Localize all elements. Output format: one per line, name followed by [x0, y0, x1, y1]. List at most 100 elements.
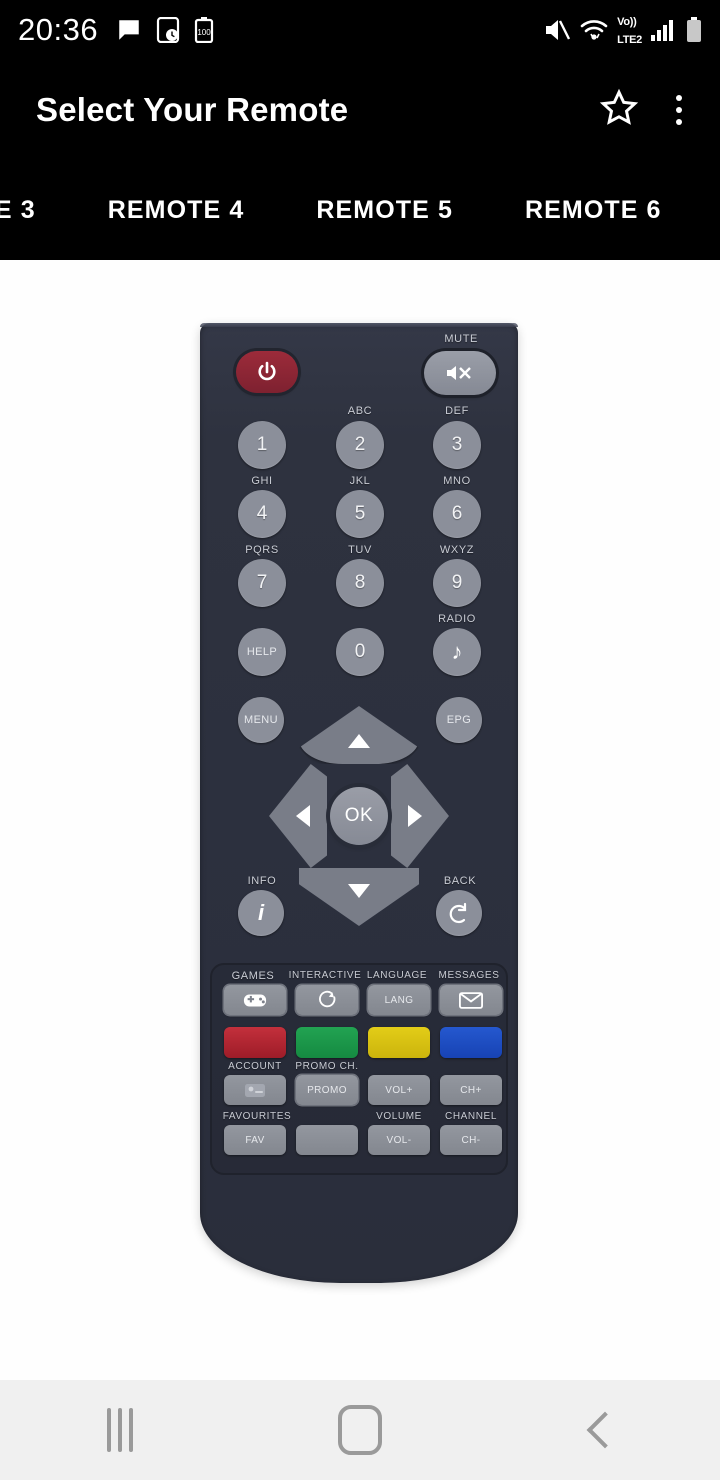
account-button[interactable]	[224, 1075, 286, 1105]
circular-arrow-icon	[319, 990, 336, 1008]
key-6-label: 6	[451, 503, 463, 524]
key-6-button[interactable]: 6	[433, 490, 481, 538]
channel-down-button[interactable]: CH-	[440, 1125, 502, 1155]
key-5-button[interactable]: 5	[336, 490, 384, 538]
green-color-button[interactable]	[296, 1027, 358, 1058]
arrow-up-button[interactable]	[299, 706, 419, 764]
volume-up-button[interactable]: VOL+	[368, 1075, 430, 1105]
tab-list: OTE 3 REMOTE 4 REMOTE 5 REMOTE 6 REMO	[0, 196, 720, 225]
help-button[interactable]: HELP	[238, 628, 286, 676]
favourites-button[interactable]: FAV	[224, 1125, 286, 1155]
key-9-letters: WXYZ	[439, 544, 475, 556]
mute-button[interactable]	[424, 351, 496, 395]
key-2-label: 2	[354, 434, 366, 455]
gamepad-icon	[243, 994, 267, 1007]
tab-remote-6[interactable]: REMOTE 6	[489, 196, 698, 225]
key-2-button[interactable]: 2	[336, 421, 384, 469]
status-bar-time: 20:36	[18, 12, 99, 47]
remote-image[interactable]: MUTE 1 ABC 2 DEF 3 GHI 4 JKL 5 MNO 6 PQR…	[200, 323, 518, 1283]
games-label: GAMES	[231, 970, 275, 982]
ok-label: OK	[344, 805, 374, 826]
power-button[interactable]	[236, 351, 298, 393]
channel-up-label: CH+	[460, 1084, 482, 1096]
back-label: BACK	[443, 875, 477, 887]
games-button[interactable]	[224, 985, 286, 1015]
android-navigation-bar	[0, 1380, 720, 1480]
volume-down-label: VOL-	[386, 1134, 412, 1146]
key-9-button[interactable]: 9	[433, 559, 481, 607]
back-circular-arrow-icon	[449, 902, 467, 924]
key-5-letters: JKL	[349, 475, 371, 487]
tab-remote-5[interactable]: REMOTE 5	[280, 196, 489, 225]
key-4-button[interactable]: 4	[238, 490, 286, 538]
account-label: ACCOUNT	[228, 1061, 282, 1072]
home-icon	[338, 1405, 382, 1455]
key-7-button[interactable]: 7	[238, 559, 286, 607]
volume-down-button[interactable]: VOL-	[368, 1125, 430, 1155]
radio-button[interactable]: ♪	[433, 628, 481, 676]
key-3-button[interactable]: 3	[433, 421, 481, 469]
tab-remote-7[interactable]: REMO	[698, 196, 720, 225]
key-4-letters: GHI	[251, 475, 273, 487]
key-9-label: 9	[451, 572, 463, 593]
interactive-label: INTERACTIVE	[288, 970, 362, 981]
remote-bottom-panel: GAMES INTERACTIVE LANGUAGE MESSAGES LANG	[210, 963, 508, 1175]
tab-strip[interactable]: OTE 3 REMOTE 4 REMOTE 5 REMOTE 6 REMO	[0, 160, 720, 260]
promo-ch-label: PROMO CH.	[295, 1061, 359, 1072]
mute-label: MUTE	[444, 333, 478, 345]
key-1-button[interactable]: 1	[238, 421, 286, 469]
help-label: HELP	[246, 646, 278, 658]
wifi-icon	[579, 17, 609, 43]
channel-up-button[interactable]: CH+	[440, 1075, 502, 1105]
blank-button[interactable]	[296, 1125, 358, 1155]
signal-bars-icon	[650, 17, 678, 43]
key-3-letters: DEF	[445, 405, 469, 417]
favourites-label: FAVOURITES	[222, 1111, 292, 1122]
app-bar-actions	[598, 87, 692, 134]
back-button[interactable]	[436, 890, 482, 936]
info-label: INFO	[247, 875, 277, 887]
key-7-letters: PQRS	[245, 544, 279, 556]
status-bar-system-icons: Vo)) LTE2	[543, 12, 702, 48]
arrow-down-button[interactable]	[299, 868, 419, 926]
key-6-letters: MNO	[443, 475, 471, 487]
info-button[interactable]: i	[238, 890, 284, 936]
messages-button[interactable]	[440, 985, 502, 1015]
volume-mute-icon	[543, 17, 571, 43]
svg-text:100: 100	[197, 28, 211, 37]
back-nav-button[interactable]	[540, 1380, 660, 1480]
arrow-left-button[interactable]	[269, 764, 327, 868]
key-5-label: 5	[354, 503, 366, 524]
epg-label: EPG	[446, 714, 472, 726]
volte-bottom-label: LTE2	[617, 34, 642, 46]
key-8-button[interactable]: 8	[336, 559, 384, 607]
directional-pad[interactable]: OK	[269, 706, 449, 926]
home-button[interactable]	[300, 1380, 420, 1480]
page-title: Select Your Remote	[36, 91, 349, 128]
ok-button[interactable]: OK	[330, 787, 388, 845]
interactive-button[interactable]	[296, 985, 358, 1015]
arrow-down-icon	[348, 884, 370, 898]
key-0-button[interactable]: 0	[336, 628, 384, 676]
arrow-right-icon	[408, 805, 422, 827]
tab-remote-4[interactable]: REMOTE 4	[72, 196, 281, 225]
tab-remote-3[interactable]: OTE 3	[0, 196, 72, 225]
red-color-button[interactable]	[224, 1027, 286, 1058]
promo-button-label: PROMO	[307, 1084, 347, 1096]
radio-label: RADIO	[438, 613, 476, 625]
remote-content-area: MUTE 1 ABC 2 DEF 3 GHI 4 JKL 5 MNO 6 PQR…	[0, 260, 720, 1380]
key-8-letters: TUV	[348, 544, 372, 556]
arrow-right-button[interactable]	[391, 764, 449, 868]
status-bar: 20:36 100 Vo)) LTE2	[0, 0, 720, 60]
volume-label: VOLUME	[376, 1111, 422, 1122]
recents-button[interactable]	[60, 1380, 180, 1480]
promo-button[interactable]: PROMO	[296, 1075, 358, 1105]
account-card-icon	[245, 1083, 265, 1097]
channel-down-label: CH-	[461, 1134, 481, 1146]
recents-icon	[107, 1408, 133, 1452]
language-button[interactable]: LANG	[368, 985, 430, 1015]
blue-color-button[interactable]	[440, 1027, 502, 1058]
more-vertical-icon[interactable]	[676, 95, 682, 125]
yellow-color-button[interactable]	[368, 1027, 430, 1058]
star-outline-icon[interactable]	[598, 87, 640, 134]
